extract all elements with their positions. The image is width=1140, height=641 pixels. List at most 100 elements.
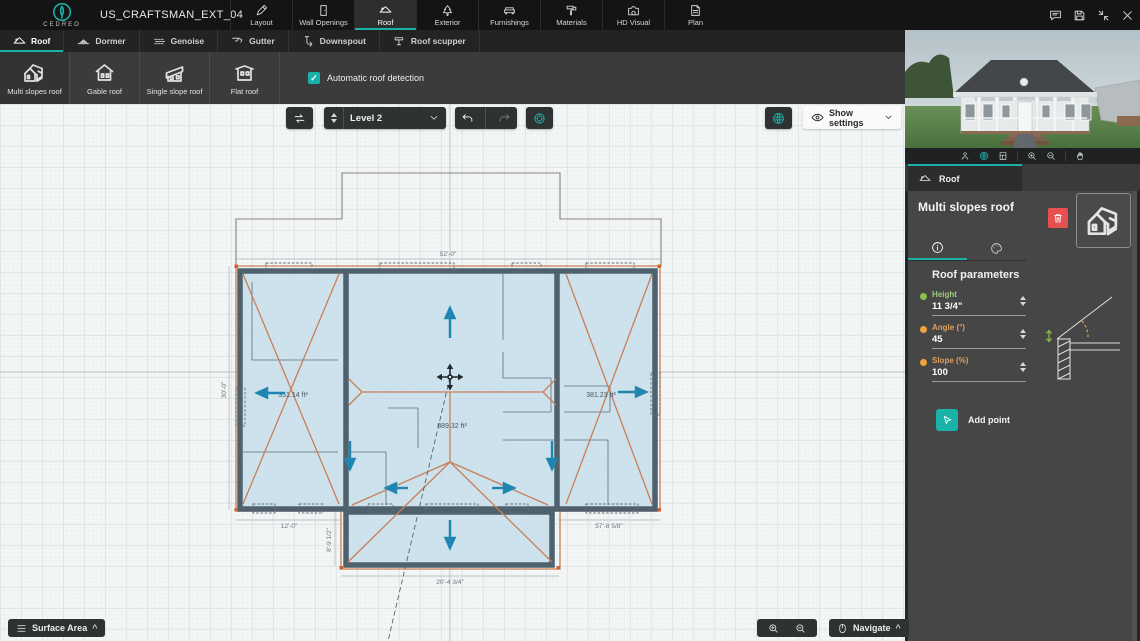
show-settings-dropdown[interactable]: Show settings: [803, 106, 901, 129]
gable-roof-icon: [95, 63, 114, 81]
dim-left: 30'-0": [221, 381, 228, 398]
cedreo-logo[interactable]: CEDREO: [34, 1, 90, 29]
tab-materials[interactable]: Materials: [540, 0, 602, 30]
level-stepper[interactable]: [331, 113, 337, 123]
ribbon-tab-roof[interactable]: Roof: [0, 30, 65, 52]
subtab-materials[interactable]: [967, 237, 1026, 260]
add-point-button[interactable]: Add point: [936, 409, 1010, 431]
param-label: Slope (%): [932, 356, 969, 365]
tab-exterior[interactable]: Exterior: [416, 0, 478, 30]
surface-area-button[interactable]: Surface Area ^: [8, 619, 106, 637]
close-icon[interactable]: [1121, 9, 1134, 22]
roof-ribbon: Roof Dormer Genoise Gutter Downspout Roo…: [0, 30, 905, 52]
pan-icon[interactable]: [1075, 151, 1085, 161]
globe-icon: [773, 112, 784, 124]
zoom-out-icon[interactable]: [795, 623, 806, 634]
tab-label: Layout: [250, 17, 273, 27]
auto-roof-detection-checkbox[interactable]: ✓: [308, 72, 320, 84]
compass-button[interactable]: [526, 107, 553, 129]
redo-icon[interactable]: [498, 112, 511, 125]
dormer-icon: [77, 38, 90, 44]
floor-plan-view-icon[interactable]: [998, 151, 1008, 161]
tab-hd-visual[interactable]: HD Visual: [602, 0, 664, 30]
project-title: US_CRAFTSMAN_EXT_04: [100, 9, 244, 21]
tool-multi-slopes-roof[interactable]: Multi slopes roof: [0, 52, 70, 104]
param-label: Height: [932, 290, 957, 299]
auto-roof-detection-label: Automatic roof detection: [327, 73, 425, 83]
dim-ext-left: 8'-9 1/2": [326, 527, 333, 551]
tab-furnishings[interactable]: Furnishings: [478, 0, 540, 30]
panel-tab-roof[interactable]: Roof: [908, 164, 1022, 191]
height-dot: [920, 293, 927, 300]
tab-plan[interactable]: Plan: [664, 0, 726, 30]
params-title: Roof parameters: [932, 269, 1020, 281]
slope-stepper[interactable]: [1020, 362, 1026, 372]
preview-toolbar: [905, 148, 1140, 164]
param-height: Height 11 3/4": [920, 290, 1026, 316]
add-point-icon: [936, 409, 958, 431]
tool-label: Flat roof: [230, 86, 259, 96]
pointer-icon: [943, 415, 951, 424]
comment-icon[interactable]: [1049, 9, 1062, 22]
tool-single-slope-roof[interactable]: Single slope roof: [140, 52, 210, 104]
roof-type-thumbnail[interactable]: [1076, 193, 1131, 248]
globe-view-icon[interactable]: [979, 151, 989, 161]
height-stepper[interactable]: [1020, 296, 1026, 306]
panel-subtabs: [908, 237, 1026, 261]
downspout-icon: [304, 35, 312, 47]
selected-tool-name: Multi slopes roof: [918, 200, 1014, 214]
tool-label: Multi slopes roof: [7, 86, 62, 96]
geolocation-button[interactable]: [765, 107, 792, 129]
ribbon-tab-roof-scupper[interactable]: Roof scupper: [380, 30, 480, 52]
level-selector[interactable]: Level 2: [324, 107, 446, 129]
walkthrough-icon[interactable]: [960, 151, 970, 161]
preview-3d[interactable]: [905, 30, 1140, 148]
navigate-button[interactable]: Navigate ^: [829, 619, 909, 637]
tab-wall-openings[interactable]: Wall Openings: [292, 0, 354, 30]
ribbon-tab-dormer[interactable]: Dormer: [64, 30, 140, 52]
save-icon[interactable]: [1073, 9, 1086, 22]
dim-top: 52'-0": [440, 251, 457, 258]
angle-input[interactable]: 45: [932, 334, 1026, 345]
flat-roof-icon: [235, 64, 254, 81]
roof-section-diagram: [1046, 296, 1120, 380]
sofa-icon: [504, 6, 515, 14]
ribbon-label: Dormer: [95, 36, 126, 46]
dim-bottom-right: 57'-8 5/8": [595, 523, 623, 530]
zoom-in-icon[interactable]: [768, 623, 779, 634]
height-input[interactable]: 11 3/4": [932, 301, 1026, 312]
surface-area-label: Surface Area: [32, 623, 88, 633]
single-slope-roof-icon: [165, 65, 184, 82]
tab-roof[interactable]: Roof: [354, 0, 416, 30]
zoom-in-icon[interactable]: [1027, 151, 1037, 161]
chevron-down-icon: [885, 115, 892, 119]
panel-tab-header: Roof: [905, 164, 1140, 191]
undo-icon[interactable]: [461, 112, 474, 125]
delete-roof-button[interactable]: [1048, 208, 1068, 228]
tool-flat-roof[interactable]: Flat roof: [210, 52, 280, 104]
collapse-icon[interactable]: [1097, 9, 1110, 22]
tab-label: HD Visual: [616, 17, 651, 27]
roof-icon: [379, 5, 392, 13]
panel-scrollbar[interactable]: [1132, 191, 1137, 641]
ribbon-tab-downspout[interactable]: Downspout: [289, 30, 380, 52]
switch-view-button[interactable]: [286, 107, 313, 129]
multi-slopes-roof-icon: [24, 63, 43, 82]
ribbon-tab-gutter[interactable]: Gutter: [218, 30, 289, 52]
slope-input[interactable]: 100: [932, 367, 1026, 378]
planter: [1117, 116, 1140, 126]
floor-plan-canvas[interactable]: 52'-0" 12'-0" 57'-8 5/8" 20'-4 3/4" 30'-…: [0, 104, 909, 641]
ribbon-tab-genoise[interactable]: Genoise: [140, 30, 219, 52]
param-label: Angle (°): [932, 323, 965, 332]
slope-dot: [920, 359, 927, 366]
tab-layout[interactable]: Layout: [230, 0, 292, 30]
subtab-info[interactable]: [908, 237, 967, 260]
zoom-out-icon[interactable]: [1046, 151, 1056, 161]
main-tabs: Layout Wall Openings Roof Exterior Furni…: [230, 0, 726, 30]
ribbon-label: Gutter: [249, 36, 275, 46]
tool-label: Single slope roof: [146, 86, 203, 96]
compass-icon: [534, 112, 545, 124]
angle-stepper[interactable]: [1020, 329, 1026, 339]
tool-gable-roof[interactable]: Gable roof: [70, 52, 140, 104]
eye-icon: [811, 113, 824, 122]
